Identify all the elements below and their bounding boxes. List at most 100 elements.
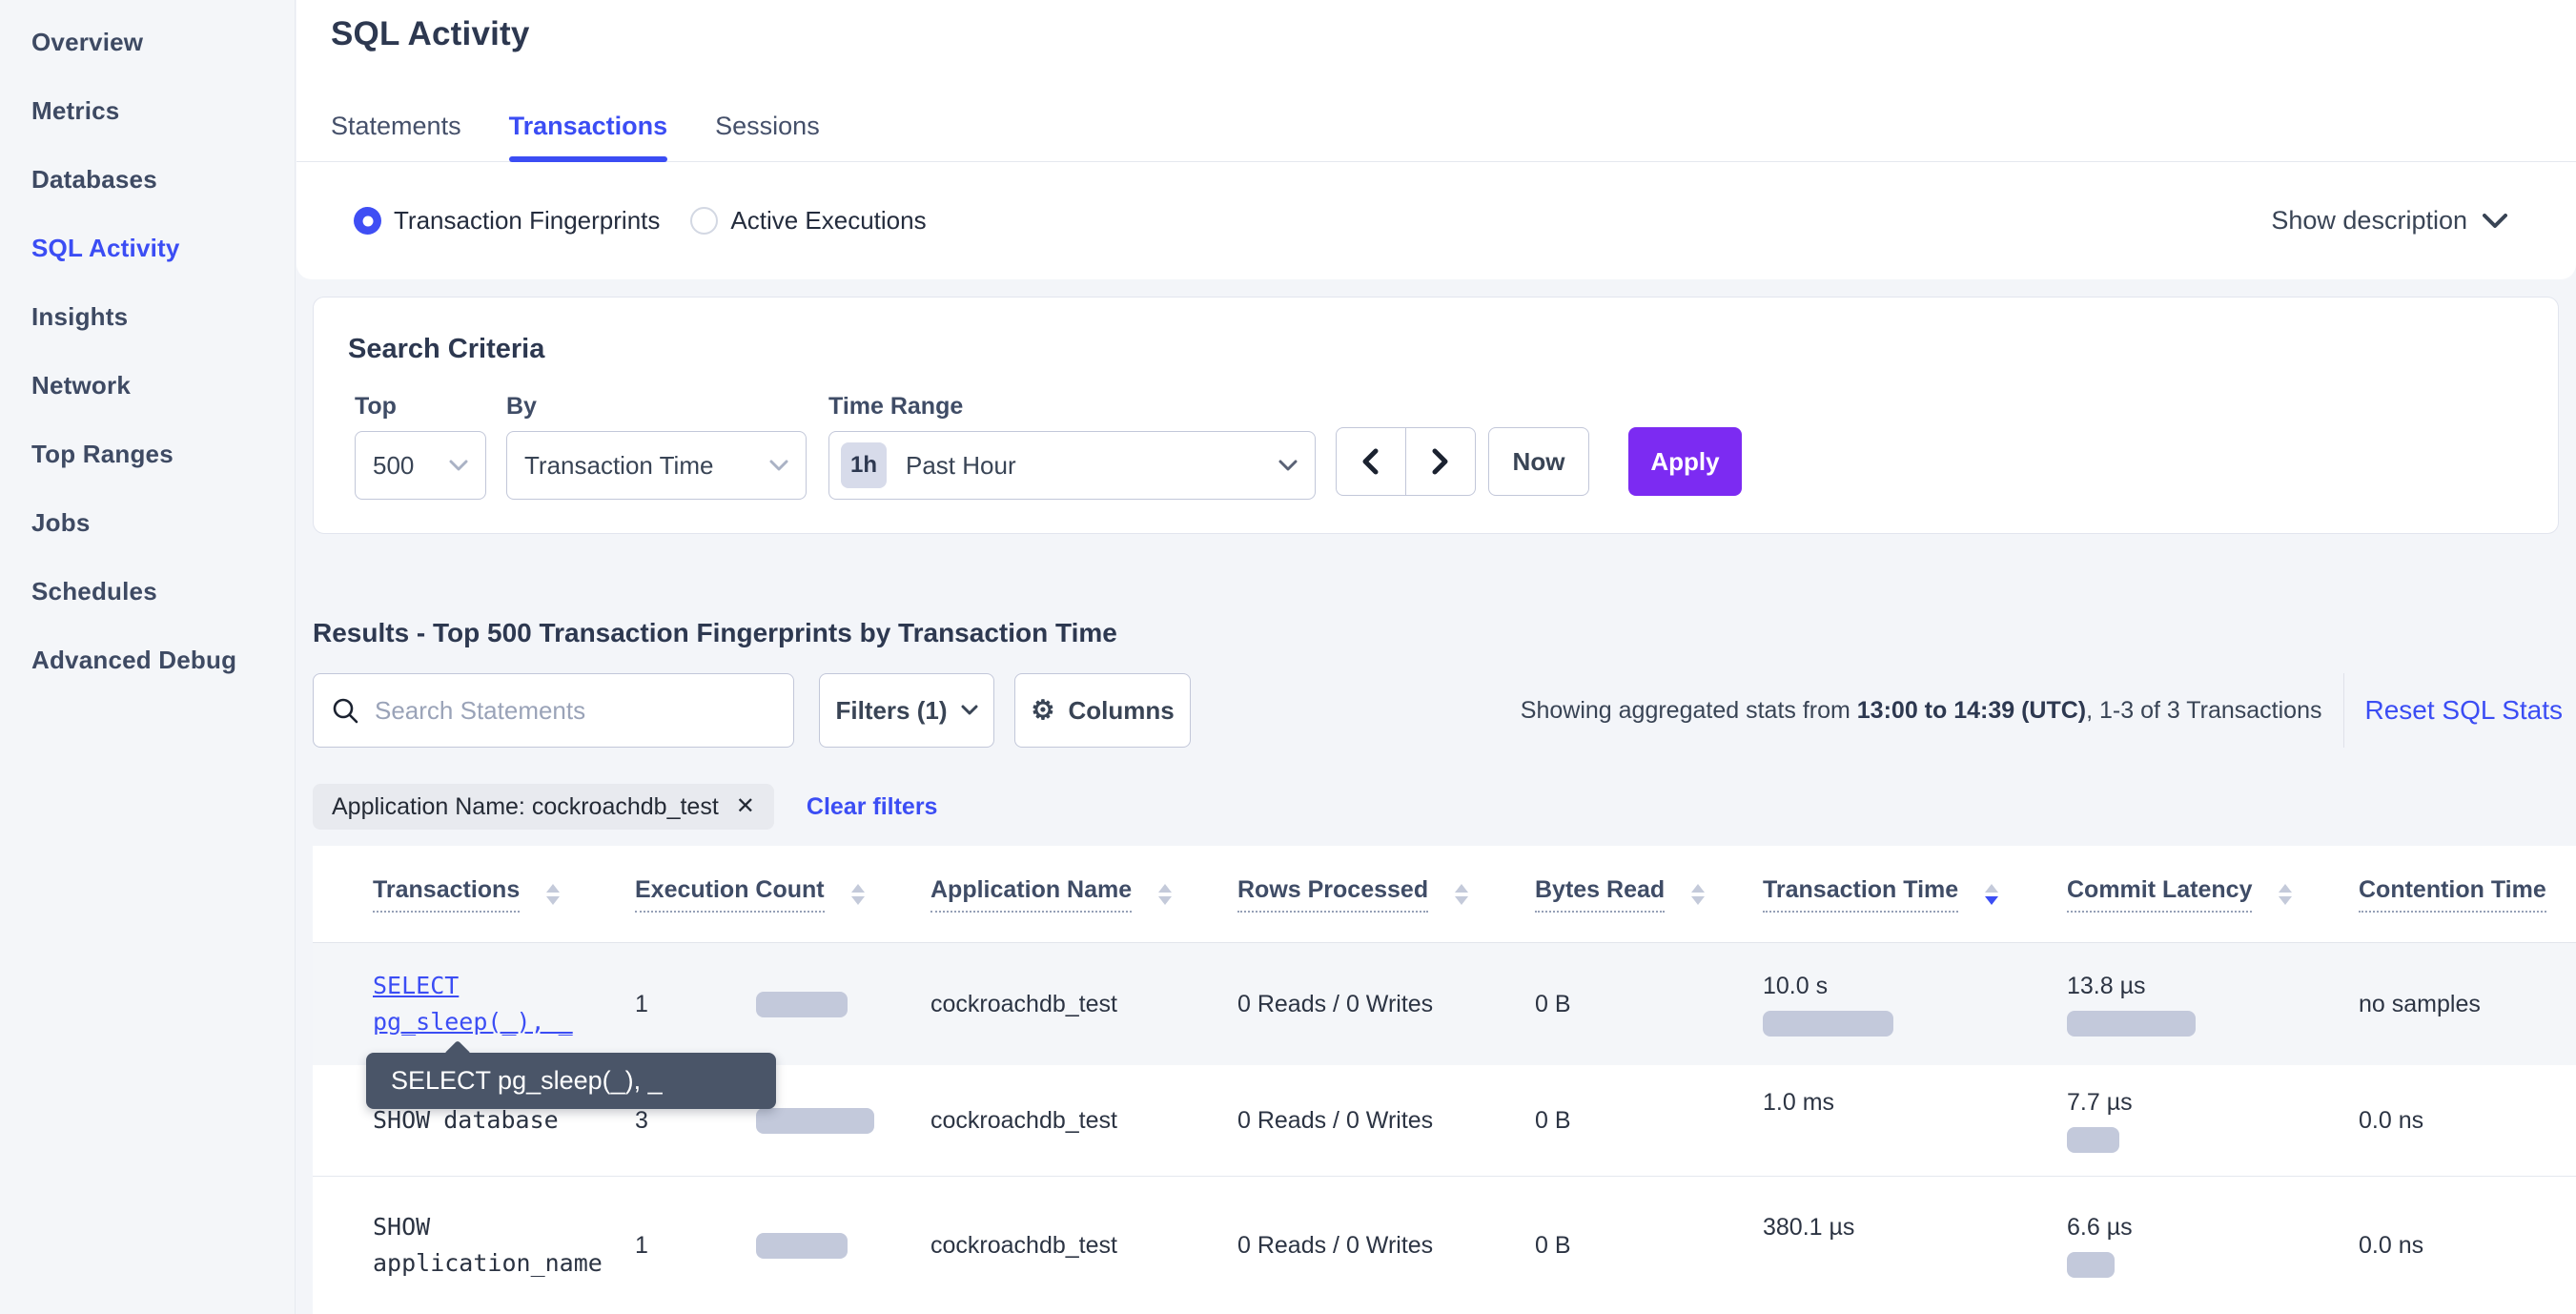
sidebar-item-overview[interactable]: Overview: [0, 8, 295, 76]
execution-count-bar: [756, 992, 848, 1017]
radio-unselected-icon: [690, 207, 718, 235]
time-range-label: Time Range: [828, 393, 1316, 421]
column-header-rows-processed[interactable]: Rows Processed: [1237, 876, 1535, 913]
column-label[interactable]: Contention Time: [2359, 876, 2546, 913]
transaction-fingerprint-link[interactable]: SELECT pg_sleep(_), _: [373, 972, 573, 1036]
chevron-down-icon: [1278, 460, 1298, 472]
rows-processed-value: 0 Reads / 0 Writes: [1237, 1107, 1535, 1135]
sidebar-item-insights[interactable]: Insights: [0, 282, 295, 351]
column-header-transaction-time[interactable]: Transaction Time: [1763, 876, 2067, 913]
column-header-bytes-read[interactable]: Bytes Read: [1535, 876, 1763, 913]
apply-button[interactable]: Apply: [1628, 427, 1742, 496]
table-row[interactable]: SELECT pg_sleep(_), _ 1 cockroachdb_test…: [313, 943, 2576, 1065]
clear-filters-link[interactable]: Clear filters: [807, 793, 938, 821]
stats-time-range: 13:00 to 14:39 (UTC): [1857, 697, 2086, 724]
show-description-toggle[interactable]: Show description: [2271, 162, 2507, 279]
by-select[interactable]: Transaction Time: [506, 431, 807, 500]
sort-caret-icon[interactable]: [2279, 884, 2292, 905]
column-header-execution-count[interactable]: Execution Count: [635, 876, 930, 913]
radio-active-executions[interactable]: Active Executions: [690, 206, 926, 236]
time-range-value: Past Hour: [906, 451, 1016, 481]
table-header-row: Transactions Execution Count Application…: [313, 846, 2576, 943]
rows-processed-value: 0 Reads / 0 Writes: [1237, 991, 1535, 1018]
chevron-down-icon: [2483, 214, 2507, 229]
column-label[interactable]: Commit Latency: [2067, 876, 2252, 913]
commit-latency-bar: [2067, 1252, 2115, 1278]
columns-button[interactable]: ⚙ Columns: [1014, 673, 1191, 748]
column-header-commit-latency[interactable]: Commit Latency: [2067, 876, 2359, 913]
contention-time-value: 0.0 ns: [2359, 1107, 2576, 1135]
search-criteria-heading: Search Criteria: [348, 334, 544, 365]
next-range-button[interactable]: [1406, 428, 1476, 495]
filter-chip-application-name[interactable]: Application Name: cockroachdb_test ✕: [313, 784, 774, 830]
top-select[interactable]: 500: [355, 431, 486, 500]
contention-time-value: 0.0 ns: [2359, 1232, 2576, 1260]
column-label[interactable]: Application Name: [930, 876, 1132, 913]
search-icon: [331, 696, 359, 725]
sidebar-item-metrics[interactable]: Metrics: [0, 76, 295, 145]
top-select-value: 500: [373, 451, 414, 481]
search-input[interactable]: [375, 696, 776, 726]
execution-count-value: 1: [635, 991, 756, 1018]
tab-transactions[interactable]: Transactions: [509, 91, 668, 161]
column-label[interactable]: Transaction Time: [1763, 876, 1958, 913]
sidebar-item-jobs[interactable]: Jobs: [0, 488, 295, 557]
close-icon[interactable]: ✕: [736, 795, 755, 818]
results-heading: Results - Top 500 Transaction Fingerprin…: [313, 618, 1117, 648]
sort-caret-icon[interactable]: [546, 884, 560, 905]
by-label: By: [506, 393, 807, 421]
toolbar-right: Showing aggregated stats from 13:00 to 1…: [1521, 673, 2563, 748]
execution-count-value: 1: [635, 1232, 756, 1260]
sidebar-item-network[interactable]: Network: [0, 351, 295, 420]
sidebar-item-databases[interactable]: Databases: [0, 145, 295, 214]
page-title: SQL Activity: [331, 15, 530, 53]
transaction-fingerprint-link[interactable]: SHOW database: [373, 1106, 559, 1134]
sort-caret-icon-active[interactable]: [1985, 884, 1998, 905]
rows-processed-value: 0 Reads / 0 Writes: [1237, 1232, 1535, 1260]
filter-chip-label: Application Name: cockroachdb_test: [332, 793, 719, 821]
sort-caret-icon[interactable]: [1455, 884, 1468, 905]
column-label[interactable]: Transactions: [373, 876, 520, 913]
transaction-time-value: 380.1 µs: [1763, 1214, 2067, 1242]
column-label[interactable]: Rows Processed: [1237, 876, 1428, 913]
commit-latency-value: 6.6 µs: [2067, 1214, 2359, 1242]
column-header-application-name[interactable]: Application Name: [930, 876, 1237, 913]
radio-transaction-fingerprints[interactable]: Transaction Fingerprints: [354, 206, 660, 236]
time-range-badge: 1h: [841, 442, 887, 488]
chevron-down-icon: [769, 460, 788, 472]
column-label[interactable]: Bytes Read: [1535, 876, 1665, 913]
time-range-stepper: [1336, 427, 1476, 496]
filters-button[interactable]: Filters (1): [819, 673, 994, 748]
top-field: Top 500: [355, 393, 486, 500]
reset-sql-stats-link[interactable]: Reset SQL Stats: [2365, 695, 2564, 726]
table-row[interactable]: SHOW application_name 1 cockroachdb_test…: [313, 1177, 2576, 1314]
time-range-select[interactable]: 1h Past Hour: [828, 431, 1316, 500]
sort-caret-icon[interactable]: [1691, 884, 1705, 905]
commit-latency-bar: [2067, 1127, 2119, 1153]
main-content: SQL Activity Statements Transactions Ses…: [296, 0, 2576, 1314]
sidebar-item-sql-activity[interactable]: SQL Activity: [0, 214, 295, 282]
gear-icon: ⚙: [1031, 697, 1054, 724]
execution-count-value: 3: [635, 1107, 756, 1135]
previous-range-button[interactable]: [1337, 428, 1406, 495]
execution-count-bar: [756, 1233, 848, 1259]
transaction-fingerprint-link[interactable]: SHOW application_name: [373, 1213, 603, 1277]
sort-caret-icon[interactable]: [1158, 884, 1172, 905]
chevron-down-icon: [449, 460, 468, 472]
tab-sessions[interactable]: Sessions: [715, 91, 820, 161]
column-header-transactions[interactable]: Transactions: [313, 876, 635, 913]
sort-caret-icon[interactable]: [851, 884, 865, 905]
chevron-left-icon: [1362, 448, 1379, 475]
transaction-time-value: 10.0 s: [1763, 973, 2067, 1000]
by-select-value: Transaction Time: [524, 451, 713, 481]
tab-statements[interactable]: Statements: [331, 91, 461, 161]
sidebar-item-top-ranges[interactable]: Top Ranges: [0, 420, 295, 488]
now-button[interactable]: Now: [1488, 427, 1589, 496]
sidebar-item-advanced-debug[interactable]: Advanced Debug: [0, 626, 295, 694]
sidebar-item-schedules[interactable]: Schedules: [0, 557, 295, 626]
column-label[interactable]: Execution Count: [635, 876, 825, 913]
bytes-read-value: 0 B: [1535, 1232, 1763, 1260]
column-header-contention-time[interactable]: Contention Time: [2359, 876, 2576, 913]
bytes-read-value: 0 B: [1535, 1107, 1763, 1135]
application-name-value: cockroachdb_test: [930, 1107, 1237, 1135]
